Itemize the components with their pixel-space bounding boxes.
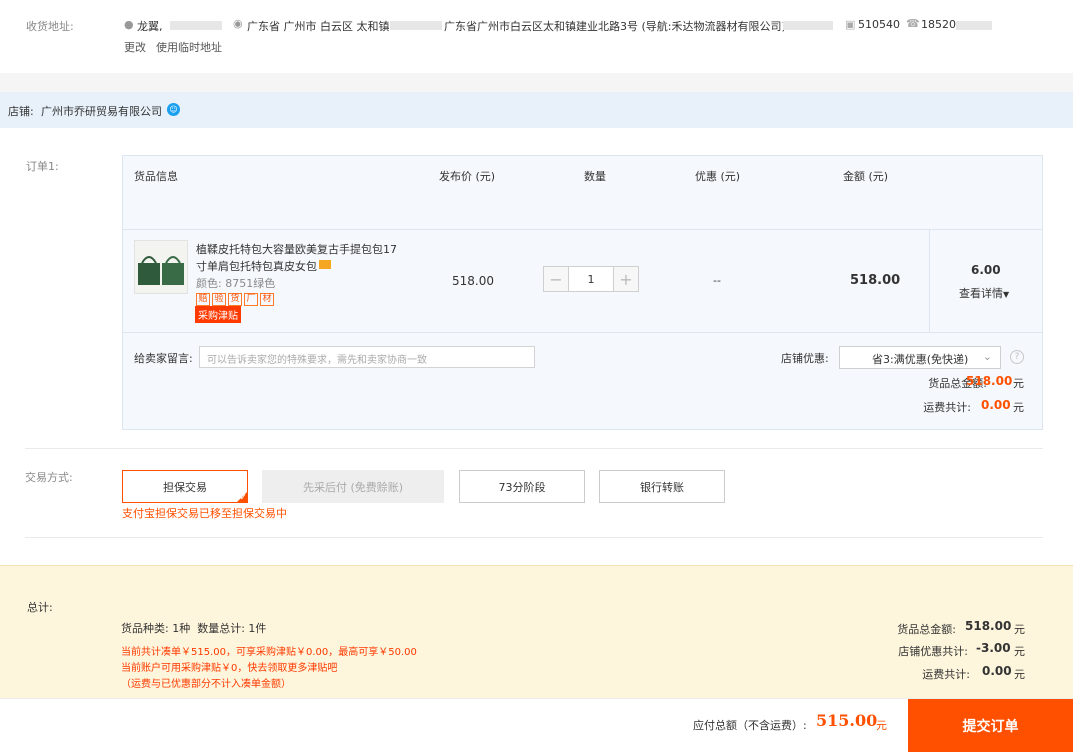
divider	[25, 537, 1043, 538]
option-label: 担保交易	[163, 480, 207, 494]
summary-freight-label: 运费共计:	[922, 668, 970, 681]
product-discount: --	[713, 274, 721, 287]
masked-name	[170, 21, 222, 30]
product-thumbnail[interactable]	[134, 240, 188, 294]
summary-counts: 货品种类: 1种 数量总计: 1件	[121, 622, 267, 635]
postcode: 510540	[858, 18, 900, 31]
pay-total-value: 515.00	[816, 711, 878, 730]
bag-image-icon	[135, 241, 187, 293]
address-label: 收货地址:	[26, 20, 74, 33]
service-tag: 材	[260, 293, 274, 306]
checkmark-icon: ✓	[239, 493, 247, 503]
phone: 18520	[921, 18, 956, 31]
trade-label: 交易方式:	[25, 471, 73, 484]
option-label: 银行转账	[640, 480, 684, 494]
user-icon: ●	[124, 18, 134, 31]
option-buy-now-pay-later[interactable]: 先采后付 (免费赊账)	[262, 470, 444, 503]
product-title-line2[interactable]: 寸单肩包托特包真皮女包	[196, 258, 317, 274]
phone-icon: ☎	[906, 17, 920, 30]
receiver-detail: 广东省广州市白云区太和镇建业北路3号 (导航:禾达物流器材有限公司)	[444, 20, 786, 33]
product-spec: 颜色: 8751绿色	[196, 277, 276, 290]
summary-freight-value: 0.00	[982, 664, 1012, 678]
service-tag: 验	[212, 293, 226, 306]
submit-order-button[interactable]: 提交订单	[908, 699, 1073, 752]
product-amount: 518.00	[850, 273, 901, 288]
temp-address-link[interactable]: 使用临时地址	[156, 39, 222, 55]
shop-discount-value: 省3:满优惠(免快递)	[872, 353, 969, 366]
option-label: 先采后付 (免费赊账)	[302, 480, 404, 494]
pay-total-label: 应付总额（不含运费）:	[693, 719, 807, 732]
option-staged-payment[interactable]: 73分阶段	[459, 470, 585, 503]
summary-panel: 总计: 货品种类: 1种 数量总计: 1件 当前共计凑单￥515.00，可享采购…	[0, 565, 1073, 698]
subsidy-badge: 采购津贴	[195, 306, 241, 323]
shop-discount-label: 店铺优惠:	[781, 352, 829, 365]
summary-goods-total-value: 518.00	[965, 619, 1012, 633]
summary-label: 总计:	[27, 601, 53, 614]
summary-currency: 元	[1014, 645, 1025, 658]
receiver-name: 龙翼,	[137, 20, 163, 33]
message-input[interactable]: 可以告诉卖家您的特殊要求，需先和卖家协商一致	[199, 346, 535, 368]
badge-icon	[319, 260, 331, 269]
view-details-link[interactable]: 查看详情▼	[959, 285, 1009, 301]
header-goods: 货品信息	[134, 170, 178, 183]
option-escrow-trade[interactable]: 担保交易 ✓	[122, 470, 248, 503]
summary-shop-discount-label: 店铺优惠共计:	[898, 645, 968, 658]
trade-note: 支付宝担保交易已移至担保交易中	[122, 507, 287, 520]
decrease-button[interactable]: −	[544, 267, 568, 291]
header-discount: 优惠 (元)	[695, 170, 741, 183]
goods-total-currency: 元	[1013, 377, 1024, 390]
chevron-down-icon: ⌄	[982, 350, 992, 363]
order-label: 订单1:	[26, 160, 59, 173]
service-tag: 赔	[196, 293, 210, 306]
header-amount: 金额 (元)	[843, 170, 889, 183]
shop-label: 店铺:	[8, 105, 34, 118]
view-details-label: 查看详情	[959, 287, 1003, 300]
subsidy-notice-2: 当前账户可用采购津贴￥0，快去领取更多津贴吧	[121, 663, 338, 674]
freight-total-value: 0.00	[981, 398, 1011, 412]
receiver-region: 广东省 广州市 白云区 太和镇	[247, 20, 390, 33]
message-label: 给卖家留言:	[134, 352, 193, 365]
postcode-icon: ▣	[845, 18, 856, 31]
subsidy-notice-1: 当前共计凑单￥515.00，可享采购津贴￥0.00，最高可享￥50.00	[121, 647, 417, 658]
order-panel: 货品信息 发布价 (元) 数量 优惠 (元) 金额 (元) 植鞣皮托特包大容量欧…	[122, 155, 1043, 430]
wangwang-chat-icon[interactable]: ☺	[167, 103, 180, 116]
header-price: 发布价 (元)	[439, 170, 496, 183]
quantity-input[interactable]: 1	[568, 267, 614, 291]
change-address-link[interactable]: 更改	[124, 39, 146, 55]
freight-total-label: 运费共计:	[923, 401, 971, 414]
quantity-stepper: − 1 +	[543, 266, 639, 292]
summary-currency: 元	[1014, 668, 1025, 681]
masked-street	[390, 21, 442, 30]
freight-amount: 6.00	[971, 263, 1001, 277]
caret-down-icon: ▼	[1003, 290, 1010, 299]
address-section: 收货地址: ● 龙翼, ◉ 广东省 广州市 白云区 太和镇 广东省广州市白云区太…	[0, 0, 1073, 73]
header-qty: 数量	[584, 170, 606, 183]
section-gap	[0, 73, 1073, 92]
summary-currency: 元	[1014, 623, 1025, 636]
masked-detail	[783, 21, 833, 30]
shop-discount-select[interactable]: 省3:满优惠(免快递) ⌄	[839, 346, 1001, 369]
subsidy-notice-3: （运费与已优惠部分不计入凑单金额）	[121, 679, 291, 690]
summary-shop-discount-value: -3.00	[976, 641, 1011, 655]
pay-total-currency: 元	[876, 719, 887, 732]
summary-goods-total-label: 货品总金额:	[897, 623, 956, 636]
shop-name[interactable]: 广州市乔研贸易有限公司	[41, 103, 162, 119]
masked-phone	[956, 21, 992, 30]
service-tags: 赔验货厂材	[196, 291, 276, 306]
service-tag: 厂	[244, 293, 258, 306]
shop-bar: 店铺: 广州市乔研贸易有限公司 ☺	[0, 92, 1073, 128]
increase-button[interactable]: +	[614, 267, 638, 291]
divider	[25, 448, 1043, 449]
goods-total-value: 518.00	[966, 374, 1013, 388]
freight-total-currency: 元	[1013, 401, 1024, 414]
product-title-line1[interactable]: 植鞣皮托特包大容量欧美复古手提包包17	[196, 241, 397, 257]
location-pin-icon: ◉	[233, 17, 243, 30]
freight-divider	[929, 230, 930, 332]
product-price: 518.00	[452, 274, 494, 288]
service-tag: 货	[228, 293, 242, 306]
option-label: 73分阶段	[498, 480, 546, 494]
help-icon[interactable]: ?	[1010, 350, 1024, 364]
option-bank-transfer[interactable]: 银行转账	[599, 470, 725, 503]
checkout-footer: 应付总额（不含运费）: 515.00 元 提交订单	[0, 698, 1073, 752]
